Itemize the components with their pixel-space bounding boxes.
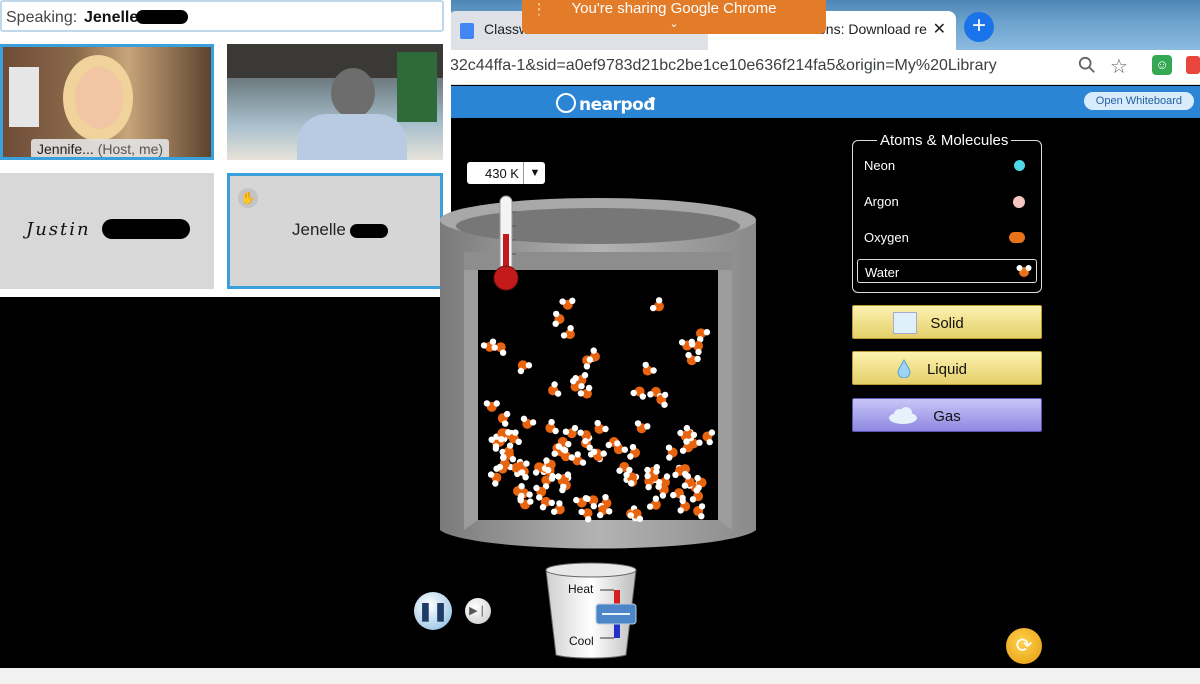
temperature-value: 430 K	[485, 166, 519, 181]
water-molecule	[560, 325, 575, 340]
water-molecule	[539, 496, 555, 511]
water-molecule	[693, 503, 706, 520]
water-molecule	[562, 424, 579, 439]
water-molecule	[517, 497, 534, 510]
atom-option-neon[interactable]: Neon	[857, 153, 1037, 177]
water-molecule	[650, 297, 664, 312]
gas-button[interactable]: Gas	[852, 398, 1042, 432]
heat-label: Heat	[568, 582, 594, 596]
water-molecule	[573, 495, 590, 508]
water-molecule	[517, 360, 533, 375]
water-molecule	[545, 418, 559, 435]
argon-icon	[1013, 196, 1025, 208]
water-molecule	[560, 447, 575, 462]
water-molecule	[677, 497, 691, 514]
liquid-button[interactable]: Liquid	[852, 351, 1042, 385]
atom-option-argon[interactable]: Argon	[857, 189, 1037, 213]
water-molecule	[616, 461, 633, 474]
dropdown-arrow-icon[interactable]: ▼	[523, 162, 546, 184]
water-molecule	[682, 424, 698, 439]
water-molecule	[586, 347, 600, 363]
water-molecule	[497, 410, 511, 427]
page-bottom-strip	[0, 668, 1200, 684]
temperature-select[interactable]: 430 K ▼	[467, 162, 545, 184]
water-molecule	[483, 400, 500, 412]
water-molecule	[627, 443, 641, 460]
water-molecule	[520, 415, 537, 429]
pause-button[interactable]: ❚❚	[414, 592, 452, 630]
water-molecule	[630, 386, 646, 400]
reset-button[interactable]: ⟳	[1006, 628, 1042, 664]
cool-label: Cool	[569, 634, 594, 648]
water-molecule	[487, 471, 502, 487]
water-molecule	[702, 429, 716, 446]
atoms-molecules-panel: Atoms & Molecules Neon Argon Oxygen Wate…	[852, 132, 1042, 293]
water-molecule	[665, 444, 678, 461]
panel-title: Atoms & Molecules	[877, 132, 1012, 149]
water-molecule	[594, 419, 609, 434]
water-molecule	[578, 508, 593, 523]
neon-icon	[1014, 160, 1025, 171]
solid-button[interactable]: Solid	[852, 305, 1042, 339]
water-molecule	[613, 440, 628, 455]
water-molecule	[695, 328, 711, 343]
atom-option-oxygen[interactable]: Oxygen	[857, 225, 1037, 249]
water-molecules	[480, 297, 716, 523]
water-molecule-icon	[1016, 265, 1032, 277]
water-molecule	[552, 310, 565, 327]
oxygen-icon	[1009, 232, 1025, 243]
atom-option-water[interactable]: Water	[857, 259, 1037, 283]
water-molecule	[559, 297, 576, 310]
step-forward-button[interactable]: ▶❘	[465, 598, 491, 624]
water-molecule	[634, 420, 651, 434]
water-molecule	[642, 361, 657, 376]
water-molecule	[548, 381, 562, 397]
water-molecule	[646, 495, 661, 510]
